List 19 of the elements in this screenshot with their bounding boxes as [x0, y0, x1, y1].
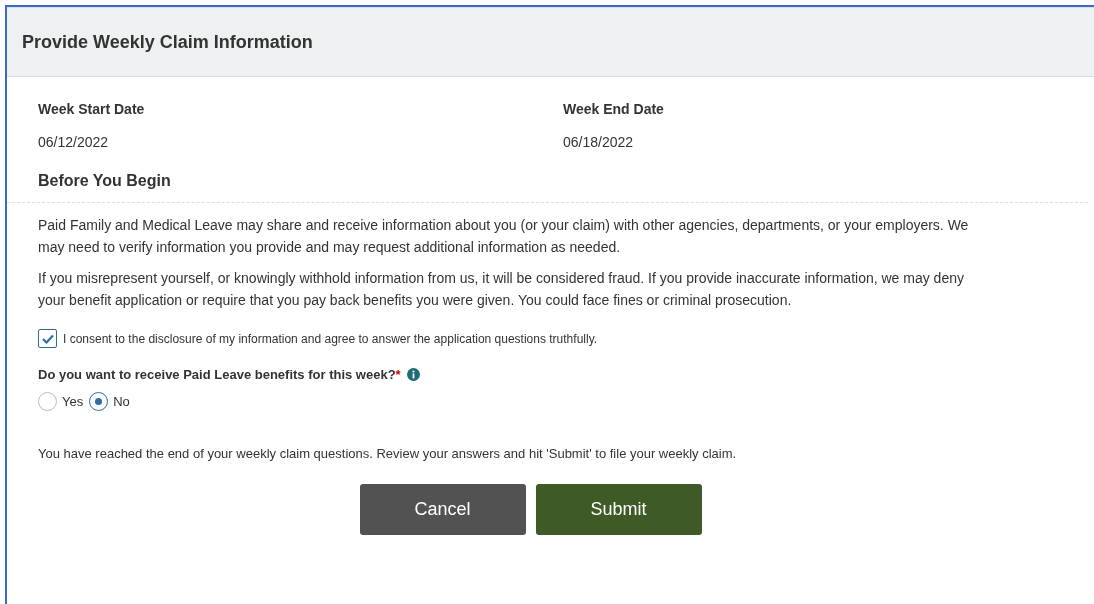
- info-icon[interactable]: [406, 368, 420, 382]
- question-label: Do you want to receive Paid Leave benefits for this week?: [38, 366, 396, 384]
- date-value: 06/12/2022: [38, 133, 110, 151]
- page-title: Provide Weekly Claim Information: [22, 30, 313, 54]
- radio-label: No: [113, 392, 130, 411]
- check-icon: [41, 333, 54, 344]
- consent-checkbox[interactable]: [38, 329, 57, 348]
- consent-label: I consent to the disclosure of my information and agree to answer the application questions truthfully.: [63, 330, 598, 348]
- info-paragraph: If you misrepresent yourself, or knowingly withhold information from us, it will be considered fraud. If you provide inaccurate information, we may deny your benefit application or require that you pay back benefits you were given. You could face fines or criminal prosecution.: [38, 269, 965, 310]
- date-label: Week Start Date: [38, 100, 146, 118]
- date-label: Week End Date: [563, 100, 665, 118]
- end-note: You have reached the end of your weekly claim questions. Review your answers and hit 'Submit' to file your weekly claim.: [38, 445, 738, 463]
- submit-button[interactable]: Submit: [535, 483, 702, 535]
- cancel-button[interactable]: Cancel: [359, 483, 526, 535]
- date-value: 06/18/2022: [563, 133, 635, 151]
- info-paragraph: Paid Family and Medical Leave may share and receive information about you (or your claim) with other agencies, departments, or your employers. We may need to verify information you provide and may request additional information as needed.: [38, 216, 970, 257]
- radio-label: Yes: [62, 392, 84, 411]
- required-mark: *: [395, 366, 401, 384]
- section-title: Before You Begin: [38, 171, 172, 191]
